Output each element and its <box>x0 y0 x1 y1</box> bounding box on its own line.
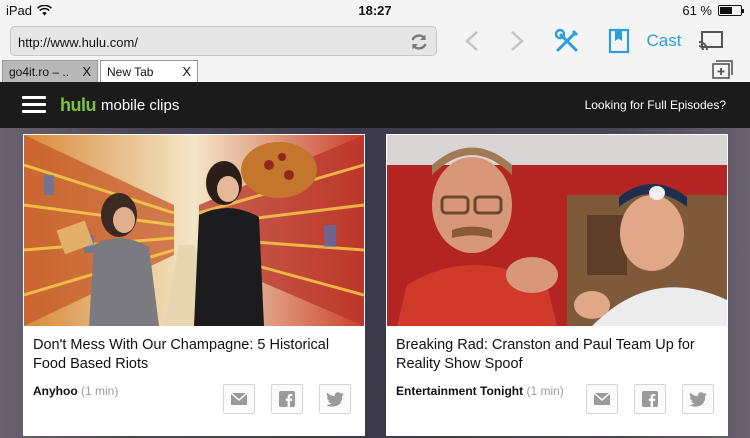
hamburger-menu-icon[interactable] <box>22 96 46 114</box>
clip-duration: (1 min) <box>81 384 119 398</box>
facebook-icon <box>279 391 295 407</box>
twitter-icon <box>689 391 707 407</box>
status-bar: iPad 18:27 61 % <box>0 0 750 22</box>
address-bar[interactable] <box>10 26 437 56</box>
forward-button[interactable] <box>507 26 527 56</box>
clip-card[interactable]: Don't Mess With Our Champagne: 5 Histori… <box>23 134 365 436</box>
clip-source: Entertainment Tonight (1 min) <box>396 384 564 398</box>
tab-label: go4it.ro – .. <box>9 65 70 79</box>
share-twitter-button[interactable] <box>682 384 714 414</box>
tab-label: New Tab <box>107 65 154 79</box>
clip-title[interactable]: Breaking Rad: Cranston and Paul Team Up … <box>396 336 716 374</box>
full-episodes-link[interactable]: Looking for Full Episodes? <box>585 98 726 112</box>
email-icon <box>594 393 610 405</box>
facebook-icon <box>642 391 658 407</box>
clip-duration: (1 min) <box>526 384 564 398</box>
hulu-logo[interactable]: hulu <box>60 95 97 116</box>
battery-icon <box>718 5 744 16</box>
tab-close-button[interactable]: X <box>82 64 91 79</box>
cast-screen-icon <box>698 31 723 51</box>
screen-cast-button[interactable] <box>697 26 725 56</box>
clip-card[interactable]: Breaking Rad: Cranston and Paul Team Up … <box>386 134 728 436</box>
tools-icon <box>554 28 579 52</box>
bookmark-icon <box>608 28 630 54</box>
share-twitter-button[interactable] <box>319 384 351 414</box>
clip-thumbnail-breaking-rad[interactable] <box>387 135 727 326</box>
clock: 18:27 <box>358 3 392 18</box>
tab-close-button[interactable]: X <box>182 64 191 79</box>
tab-go4it[interactable]: go4it.ro – .. X <box>2 60 98 82</box>
url-input[interactable] <box>18 32 398 52</box>
new-tab-icon[interactable] <box>712 60 734 80</box>
share-facebook-button[interactable] <box>271 384 303 414</box>
source-name: Anyhoo <box>33 384 78 398</box>
reload-icon[interactable] <box>408 31 430 53</box>
source-name: Entertainment Tonight <box>396 384 524 398</box>
clip-source: Anyhoo (1 min) <box>33 384 118 398</box>
forward-arrow-icon <box>511 31 524 51</box>
logo-subtitle: mobile clips <box>101 97 180 114</box>
tab-new-tab[interactable]: New Tab X <box>100 60 198 82</box>
battery-percent: 61 % <box>682 3 712 18</box>
bookmark-button[interactable] <box>607 26 631 56</box>
site-header: hulu mobile clips Looking for Full Episo… <box>0 82 750 128</box>
share-facebook-button[interactable] <box>634 384 666 414</box>
share-email-button[interactable] <box>223 384 255 414</box>
clip-title[interactable]: Don't Mess With Our Champagne: 5 Histori… <box>33 336 353 374</box>
browser-toolbar: Cast <box>0 22 750 60</box>
clip-thumbnail-supermarket[interactable] <box>24 135 364 326</box>
back-button[interactable] <box>462 26 482 56</box>
tab-strip: go4it.ro – .. X New Tab X <box>0 60 750 82</box>
email-icon <box>231 393 247 405</box>
cast-button[interactable]: Cast <box>645 26 683 56</box>
share-email-button[interactable] <box>586 384 618 414</box>
tools-button[interactable] <box>553 26 581 56</box>
clips-grid: Don't Mess With Our Champagne: 5 Histori… <box>0 128 750 438</box>
back-arrow-icon <box>465 31 478 51</box>
twitter-icon <box>326 391 344 407</box>
